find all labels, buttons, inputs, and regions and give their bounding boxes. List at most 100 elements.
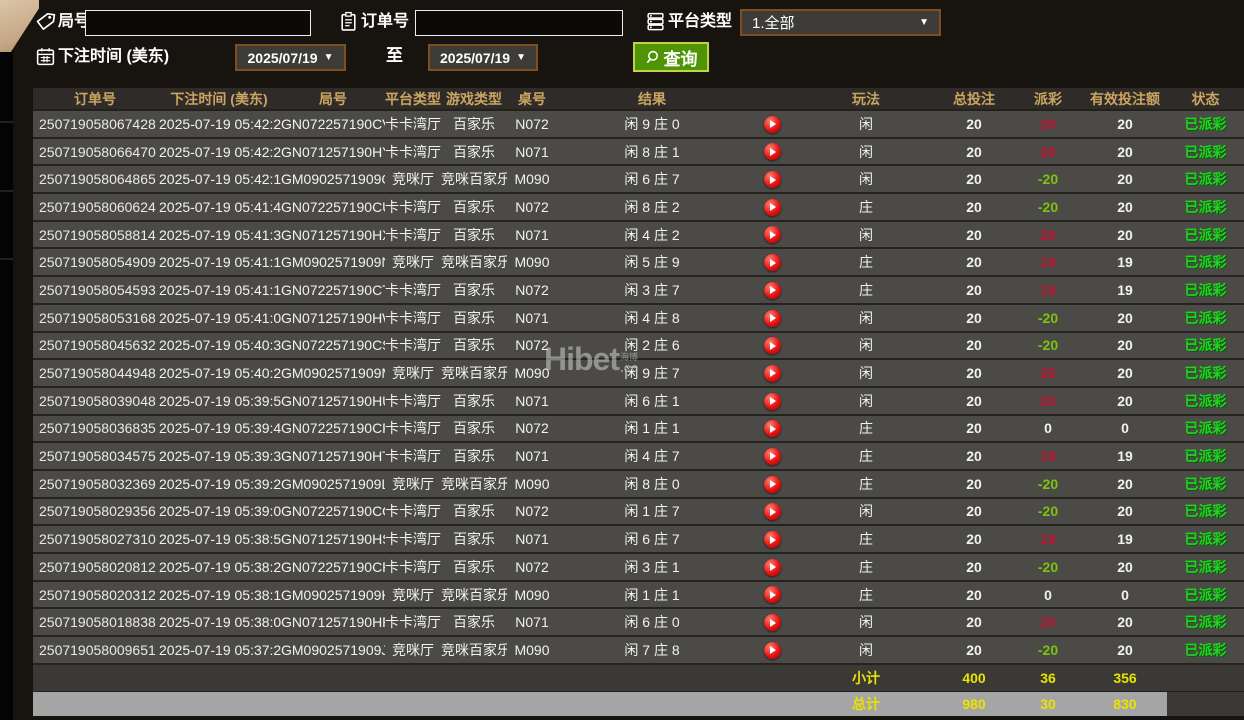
play-video-icon[interactable] [764,614,781,631]
video-cell [747,332,797,360]
status-cell: 已派彩 [1167,359,1244,387]
game-type-cell: 百家乐 [441,415,507,443]
play-video-icon[interactable] [764,282,781,299]
order-number-cell: 250719058032369 [33,470,157,498]
play-method-cell: 闲 [797,110,935,138]
order-number-cell: 250719058034575 [33,442,157,470]
table-number-cell: N072 [507,498,557,526]
col-header-total-bet: 总投注 [935,88,1013,110]
table-number-cell: N071 [507,221,557,249]
order-number-cell: 250719058067428 [33,110,157,138]
round-number-cell: GN071257190HS [281,525,385,553]
platform-type-cell: 卡卡湾厅 [385,498,441,526]
play-video-icon[interactable] [764,503,781,520]
result-cell: 闲 1 庄 1 [557,415,747,443]
result-cell: 闲 8 庄 1 [557,138,747,166]
bet-time-cell: 2025-07-19 05:41:18 [157,248,281,276]
date-to-value: 2025/07/19 [440,50,510,66]
play-method-cell: 闲 [797,165,935,193]
play-video-icon[interactable] [764,642,781,659]
play-video-icon[interactable] [764,254,781,271]
date-from-select[interactable]: 2025/07/19 ▼ [235,44,346,71]
order-number-cell: 250719058039048 [33,387,157,415]
order-number-input[interactable] [415,10,623,36]
payout-cell: -20 [1013,498,1083,526]
table-number-cell: N072 [507,332,557,360]
result-cell: 闲 2 庄 6 [557,332,747,360]
video-cell [747,304,797,332]
date-to-select[interactable]: 2025/07/19 ▼ [428,44,538,71]
play-video-icon[interactable] [764,420,781,437]
play-method-cell: 闲 [797,221,935,249]
platform-type-cell: 卡卡湾厅 [385,304,441,332]
game-type-cell: 百家乐 [441,387,507,415]
platform-type-select[interactable]: 1.全部 ▼ [740,9,941,36]
table-row: 2507190580188382025-07-19 05:38:08GN0712… [33,608,1244,636]
play-video-icon[interactable] [764,171,781,188]
payout-cell: 0 [1013,415,1083,443]
round-number-input[interactable] [85,10,311,36]
order-number-cell: 250719058066470 [33,138,157,166]
platform-type-cell: 卡卡湾厅 [385,110,441,138]
payout-cell: 19 [1013,276,1083,304]
play-video-icon[interactable] [764,226,781,243]
total-bet-cell: 20 [935,470,1013,498]
bet-time-cell: 2025-07-19 05:41:08 [157,304,281,332]
total-bet-cell: 20 [935,581,1013,609]
table-row: 2507190580345752025-07-19 05:39:35GN0712… [33,442,1244,470]
table-number-cell: N072 [507,415,557,443]
col-header-game: 游戏类型 [441,88,507,110]
bet-time-cell: 2025-07-19 05:38:17 [157,581,281,609]
table-row: 2507190580588142025-07-19 05:41:39GN0712… [33,221,1244,249]
game-type-cell: 百家乐 [441,138,507,166]
bet-time-cell: 2025-07-19 05:39:35 [157,442,281,470]
play-video-icon[interactable] [764,365,781,382]
grand-payout: 30 [1013,692,1083,716]
search-button[interactable]: 查询 [633,42,709,72]
play-video-icon[interactable] [764,116,781,133]
game-type-cell: 百家乐 [441,525,507,553]
valid-bet-cell: 19 [1083,276,1167,304]
status-cell: 已派彩 [1167,608,1244,636]
payout-cell: 20 [1013,608,1083,636]
bet-time-cell: 2025-07-19 05:38:55 [157,525,281,553]
total-bet-cell: 20 [935,304,1013,332]
video-cell [747,553,797,581]
play-video-icon[interactable] [764,310,781,327]
status-cell: 已派彩 [1167,165,1244,193]
platform-type-cell: 卡卡湾厅 [385,608,441,636]
play-video-icon[interactable] [764,337,781,354]
play-video-icon[interactable] [764,393,781,410]
bet-time-cell: 2025-07-19 05:39:09 [157,498,281,526]
video-cell [747,193,797,221]
game-type-cell: 竞咪百家乐 [441,359,507,387]
round-number-cell: GN071257190HR [281,608,385,636]
clipboard-icon [338,11,359,32]
play-method-cell: 闲 [797,608,935,636]
result-cell: 闲 8 庄 2 [557,193,747,221]
play-video-icon[interactable] [764,586,781,603]
play-video-icon[interactable] [764,199,781,216]
magnifier-icon [645,49,661,65]
play-video-icon[interactable] [764,143,781,160]
table-row: 2507190580273102025-07-19 05:38:55GN0712… [33,525,1244,553]
play-video-icon[interactable] [764,531,781,548]
valid-bet-cell: 20 [1083,193,1167,221]
play-video-icon[interactable] [764,476,781,493]
play-video-icon[interactable] [764,559,781,576]
search-button-label: 查询 [664,45,698,70]
bet-time-cell: 2025-07-19 05:40:30 [157,332,281,360]
subtotal-total-bet: 400 [935,664,1013,692]
table-row: 2507190580545932025-07-19 05:41:16GN0722… [33,276,1244,304]
collapsed-sidebar[interactable] [0,0,13,720]
play-video-icon[interactable] [764,448,781,465]
round-number-cell: GM0902571909M [281,359,385,387]
game-type-cell: 竞咪百家乐 [441,470,507,498]
bet-time-cell: 2025-07-19 05:41:16 [157,276,281,304]
status-cell: 已派彩 [1167,221,1244,249]
col-header-round: 局号 [281,88,385,110]
subtotal-spacer [33,664,797,692]
table-row: 2507190580208122025-07-19 05:38:21GN0722… [33,553,1244,581]
play-method-cell: 闲 [797,387,935,415]
payout-cell: -20 [1013,304,1083,332]
